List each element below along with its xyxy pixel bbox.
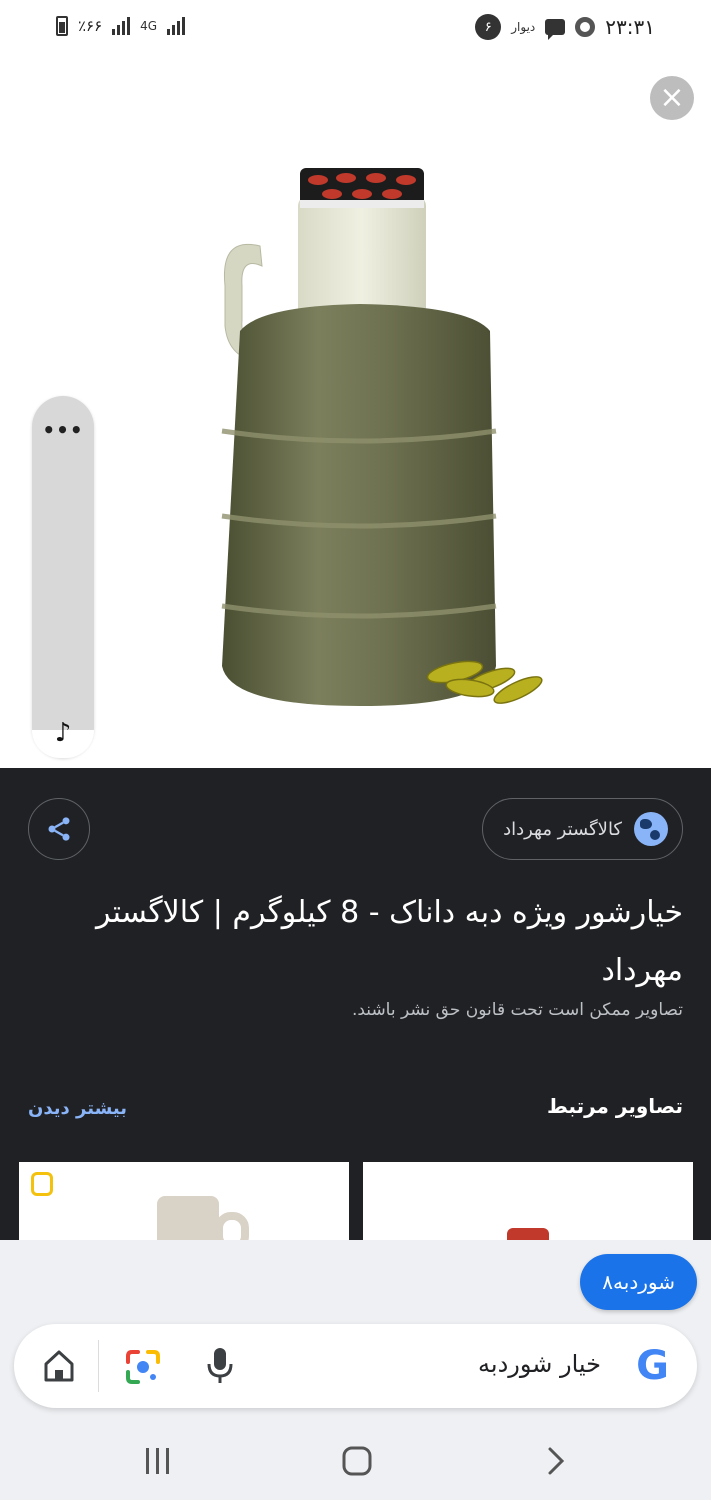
related-image-thumbnail[interactable] [19, 1162, 349, 1252]
related-image-thumbnail[interactable] [363, 1162, 693, 1252]
notification-count-badge: ۶ [475, 14, 502, 40]
product-image[interactable] [200, 106, 560, 706]
search-bar[interactable]: G خیار شوردبه [14, 1324, 697, 1408]
signal-icon [112, 17, 131, 35]
battery-level: ٪۶۶ [78, 17, 103, 35]
search-bar-divider [98, 1340, 99, 1392]
nav-home-icon[interactable] [342, 1446, 372, 1476]
copyright-notice: تصاویر ممکن است تحت قانون حق نشر باشند. [351, 1000, 683, 1020]
globe-icon [634, 812, 668, 846]
music-note-icon[interactable]: ♪ [32, 718, 94, 748]
source-chip[interactable]: کالاگستر مهرداد [482, 798, 683, 860]
google-logo-icon[interactable]: G [636, 1344, 669, 1388]
source-name: کالاگستر مهرداد [503, 818, 622, 840]
suggestion-chip[interactable]: شوردبه۸ [580, 1254, 697, 1310]
navigation-bar [0, 1426, 711, 1500]
related-images-heading: تصاویر مرتبط [547, 1094, 683, 1118]
image-viewer: × ••• ♪ [0, 56, 711, 768]
status-bar: ٪۶۶ 4G ۶ دیوار ۲۳:۳۱ [0, 0, 711, 56]
see-more-link[interactable]: بیشتر دیدن [28, 1098, 127, 1119]
more-options-icon[interactable]: ••• [32, 418, 94, 442]
signal-icon-2 [167, 17, 186, 35]
battery-icon [56, 16, 68, 36]
image-title[interactable]: خیارشور ویژه دبه داناک - 8 کیلوگرم | کال… [23, 884, 683, 1000]
network-type: 4G [140, 19, 158, 33]
close-icon: × [659, 80, 685, 115]
recents-icon[interactable] [144, 1446, 172, 1476]
lens-icon[interactable] [124, 1348, 162, 1386]
clock: ۲۳:۳۱ [605, 15, 655, 39]
home-icon[interactable] [42, 1348, 76, 1384]
shopping-badge-icon [31, 1172, 53, 1196]
mic-icon[interactable] [206, 1346, 234, 1386]
edge-panel[interactable]: ••• ♪ [32, 396, 94, 758]
divar-label: دیوار [511, 20, 536, 34]
search-query[interactable]: خیار شوردبه [478, 1350, 601, 1378]
back-icon[interactable] [544, 1446, 568, 1476]
app-icon [575, 17, 596, 37]
share-icon [48, 817, 70, 841]
status-bar-left: ٪۶۶ 4G [56, 16, 186, 36]
message-icon [545, 19, 566, 40]
share-button[interactable] [28, 798, 90, 860]
close-button[interactable]: × [650, 76, 694, 120]
image-info-panel: کالاگستر مهرداد خیارشور ویژه دبه داناک -… [0, 768, 711, 1252]
status-bar-right: ۶ دیوار ۲۳:۳۱ [475, 14, 655, 40]
